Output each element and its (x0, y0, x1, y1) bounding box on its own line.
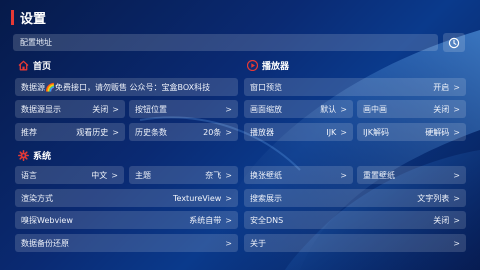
reset-wallpaper-row[interactable]: 重置壁纸 > (357, 166, 466, 184)
chevron-right-icon: > (225, 127, 232, 137)
section-home-title: 首页 (33, 62, 52, 72)
webview-row[interactable]: 嗅探Webview 系统自带 > (15, 211, 238, 229)
config-address-input[interactable]: 配置地址 (13, 34, 438, 51)
about-row[interactable]: 关于 > (244, 234, 466, 252)
search-display-label: 搜索展示 (250, 193, 282, 203)
page-header: 设置 (11, 7, 46, 27)
language-row[interactable]: 语言 中文 > (15, 166, 124, 184)
player-engine-row[interactable]: 播放器 IJK > (244, 123, 353, 141)
section-home: 首页 (18, 59, 51, 72)
chevron-right-icon: > (225, 193, 232, 203)
player-engine-value: IJK (326, 127, 337, 137)
home-icon (18, 60, 29, 71)
data-source-display-row[interactable]: 数据源显示 关闭 > (15, 100, 125, 118)
render-mode-value: TextureView (173, 193, 222, 203)
chevron-right-icon: > (340, 127, 347, 137)
change-wallpaper-row[interactable]: 换张壁纸 > (244, 166, 353, 184)
section-system-title: 系统 (33, 152, 52, 162)
reset-wallpaper-label: 重置壁纸 (363, 170, 395, 180)
history-count-row[interactable]: 历史条数 20条 > (129, 123, 238, 141)
recommend-label: 推荐 (21, 127, 37, 137)
play-icon (247, 60, 258, 71)
secure-dns-value: 关闭 (433, 215, 450, 225)
section-player-title: 播放器 (262, 62, 290, 72)
screen-scale-value: 默认 (320, 104, 337, 114)
chevron-right-icon: > (111, 170, 118, 180)
webview-label: 嗅探Webview (21, 215, 73, 225)
render-mode-row[interactable]: 渲染方式 TextureView > (15, 189, 238, 207)
ijk-decode-value: 硬解码 (425, 127, 450, 137)
button-position-label: 按钮位置 (135, 104, 167, 114)
data-source-label: 数据源🌈免费接口，请勿贩售 公众号：宝盒BOX科技 (21, 82, 211, 92)
window-preview-row[interactable]: 窗口预览 开启 > (244, 78, 466, 96)
render-mode-label: 渲染方式 (21, 193, 53, 203)
chevron-right-icon: > (225, 104, 232, 114)
history-button[interactable] (443, 33, 465, 52)
history-icon (448, 37, 460, 48)
chevron-right-icon: > (453, 82, 460, 92)
window-preview-value: 开启 (433, 82, 450, 92)
screen-scale-label: 画面缩放 (250, 104, 282, 114)
recommend-value: 观看历史 (76, 127, 109, 137)
recommend-row[interactable]: 推荐 观看历史 > (15, 123, 125, 141)
theme-label: 主题 (135, 170, 151, 180)
screen-scale-row[interactable]: 画面缩放 默认 > (244, 100, 353, 118)
about-label: 关于 (250, 238, 266, 248)
search-display-row[interactable]: 搜索展示 文字列表 > (244, 189, 466, 207)
pip-value: 关闭 (433, 104, 450, 114)
chevron-right-icon: > (453, 170, 460, 180)
webview-value: 系统自带 (189, 215, 222, 225)
language-label: 语言 (21, 170, 37, 180)
chevron-right-icon: > (453, 104, 460, 114)
chevron-right-icon: > (453, 215, 460, 225)
data-source-display-value: 关闭 (92, 104, 109, 114)
page-title: 设置 (20, 11, 47, 27)
player-engine-label: 播放器 (250, 127, 274, 137)
theme-value: 奈飞 (205, 170, 222, 180)
chevron-right-icon: > (225, 238, 232, 248)
window-preview-label: 窗口预览 (250, 82, 282, 92)
search-display-value: 文字列表 (417, 193, 450, 203)
config-address-label: 配置地址 (20, 38, 52, 47)
chevron-right-icon: > (112, 127, 119, 137)
secure-dns-row[interactable]: 安全DNS 关闭 > (244, 211, 466, 229)
chevron-right-icon: > (340, 170, 347, 180)
chevron-right-icon: > (453, 127, 460, 137)
ijk-decode-row[interactable]: IJK解码 硬解码 > (357, 123, 466, 141)
backup-restore-row[interactable]: 数据备份还原 > (15, 234, 238, 252)
section-system: 系统 (18, 149, 51, 162)
data-source-display-label: 数据源显示 (21, 104, 61, 114)
data-source-row[interactable]: 数据源🌈免费接口，请勿贩售 公众号：宝盒BOX科技 (15, 78, 238, 96)
gear-icon (18, 150, 29, 161)
language-value: 中文 (91, 170, 108, 180)
chevron-right-icon: > (225, 170, 232, 180)
title-accent-bar (11, 9, 14, 25)
history-count-value: 20条 (203, 127, 222, 137)
chevron-right-icon: > (225, 215, 232, 225)
pip-row[interactable]: 画中画 关闭 > (357, 100, 466, 118)
theme-row[interactable]: 主题 奈飞 > (129, 166, 238, 184)
chevron-right-icon: > (453, 238, 460, 248)
chevron-right-icon: > (340, 104, 347, 114)
secure-dns-label: 安全DNS (250, 215, 284, 225)
chevron-right-icon: > (453, 193, 460, 203)
pip-label: 画中画 (363, 104, 387, 114)
button-position-row[interactable]: 按钮位置 > (129, 100, 238, 118)
ijk-decode-label: IJK解码 (363, 127, 389, 137)
section-player: 播放器 (247, 59, 289, 72)
change-wallpaper-label: 换张壁纸 (250, 170, 282, 180)
chevron-right-icon: > (112, 104, 119, 114)
backup-restore-label: 数据备份还原 (21, 238, 69, 248)
history-count-label: 历史条数 (135, 127, 167, 137)
